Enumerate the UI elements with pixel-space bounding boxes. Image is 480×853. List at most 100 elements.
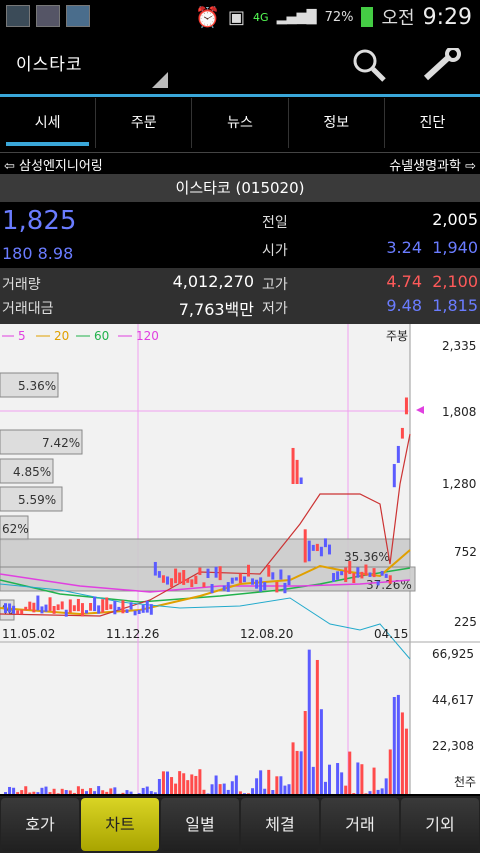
- ampm: 오전: [381, 8, 415, 29]
- volume-bar: [101, 790, 105, 794]
- btab-chart[interactable]: 차트: [81, 798, 159, 851]
- candle: [388, 575, 392, 584]
- prev-stock-link[interactable]: ⇦ 삼성엔지니어링: [4, 155, 103, 174]
- stock-chart[interactable]: 5.36% 7.42% 4.85% 5.59% 62% % 35.36% 37.…: [0, 324, 480, 794]
- volume-value: 4,012,270: [172, 272, 254, 291]
- volume-bar: [20, 790, 24, 794]
- volume-bar: [113, 787, 117, 794]
- volume-bar: [396, 694, 400, 794]
- volume-bar: [247, 793, 250, 794]
- candle: [8, 603, 12, 613]
- candle: [340, 571, 344, 576]
- date-label: 11.05.02: [2, 627, 55, 641]
- btab-orderbook[interactable]: 호가: [1, 798, 79, 851]
- legend-ma120: 120: [136, 329, 159, 343]
- candle: [356, 567, 360, 578]
- volume-bar: [76, 786, 80, 794]
- volume-bar: [40, 787, 44, 794]
- candle: [68, 599, 72, 613]
- candle: [251, 578, 255, 585]
- price-axis-label: 752: [454, 545, 477, 559]
- volume-bar: [404, 728, 408, 794]
- period-label: 주봉: [386, 329, 408, 343]
- volume-bar: [186, 780, 190, 794]
- high-value: 2,100: [432, 272, 478, 291]
- volume-bar: [360, 764, 364, 794]
- main-tabs: 시세 주문 뉴스 정보 진단: [0, 98, 480, 148]
- candle: [267, 564, 271, 577]
- volume-bar: [255, 778, 259, 794]
- volume-bar: [388, 749, 392, 794]
- volume-bar: [129, 791, 133, 794]
- volume-bar: [157, 778, 161, 794]
- volume-bar: [336, 763, 340, 794]
- volume-bar: [368, 791, 372, 794]
- volume-bar: [36, 792, 40, 794]
- volume-bar: [267, 769, 271, 794]
- candle: [364, 564, 368, 576]
- candle: [157, 571, 161, 578]
- volume-bar: [291, 742, 295, 794]
- dropdown-indicator-icon[interactable]: [152, 72, 168, 88]
- volume-bar: [125, 790, 129, 794]
- candle: [153, 561, 157, 576]
- chart-svg[interactable]: 5.36% 7.42% 4.85% 5.59% 62% % 35.36% 37.…: [0, 324, 480, 794]
- tab-news[interactable]: 뉴스: [192, 98, 289, 148]
- legend-ma5: 5: [18, 329, 26, 343]
- volume-bar: [230, 781, 234, 794]
- open-label: 시가: [262, 243, 288, 259]
- candle: [238, 573, 242, 584]
- candle: [299, 477, 303, 484]
- candle: [117, 606, 121, 611]
- volume-bar: [44, 786, 48, 794]
- volume-bar: [315, 659, 319, 794]
- volume-bar: [4, 792, 7, 794]
- volume-label: 거래량: [2, 277, 41, 293]
- volume-bar: [259, 770, 263, 794]
- candle: [178, 572, 182, 584]
- photo-icon: [36, 5, 60, 27]
- voicemail-icon: ▣: [228, 6, 246, 28]
- candle: [348, 560, 352, 575]
- btab-daily[interactable]: 일별: [161, 798, 239, 851]
- candle: [392, 464, 396, 488]
- volume-axis-label: 22,308: [432, 739, 474, 753]
- volume-bar: [238, 791, 242, 794]
- app-title[interactable]: 이스타코: [16, 50, 83, 75]
- volume-bar: [190, 774, 194, 794]
- candle: [48, 597, 52, 611]
- volume-bar: [97, 786, 101, 794]
- volume-bar: [218, 784, 222, 794]
- volume-bar: [178, 771, 182, 794]
- current-price-marker: [416, 406, 424, 414]
- volume-bar: [348, 751, 352, 794]
- volume-bar: [206, 793, 210, 794]
- candle: [190, 579, 194, 588]
- wrench-icon[interactable]: [422, 48, 462, 82]
- bottom-tabs: 호가 차트 일별 체결 거래 기외: [0, 796, 480, 853]
- candle: [376, 581, 380, 586]
- tab-order[interactable]: 주문: [96, 98, 193, 148]
- next-stock-link[interactable]: 슈넬생명과학 ⇨: [389, 155, 476, 174]
- tab-diagnosis[interactable]: 진단: [385, 98, 480, 148]
- search-icon[interactable]: [352, 48, 386, 82]
- btab-broker[interactable]: 거래: [321, 798, 399, 851]
- volume-bar: [328, 764, 331, 794]
- candle: [97, 605, 101, 614]
- candle: [328, 544, 331, 555]
- tab-info[interactable]: 정보: [289, 98, 385, 148]
- candle: [141, 604, 145, 613]
- tab-price[interactable]: 시세: [0, 98, 97, 148]
- volume-bar: [93, 791, 97, 794]
- candle: [352, 573, 356, 584]
- volume-bar: [194, 775, 198, 794]
- amount-value: 7,763백만: [178, 300, 254, 319]
- volume-bar: [89, 788, 93, 794]
- volume-bar: [32, 791, 36, 794]
- btab-trades[interactable]: 체결: [241, 798, 319, 851]
- candle: [336, 571, 340, 580]
- btab-foreign[interactable]: 기외: [401, 798, 479, 851]
- volume-bar: [372, 767, 376, 794]
- candle: [263, 582, 267, 591]
- stats-panel: 거래량 4,012,270 고가 4.74 2,100 거래대금 7,763백만…: [0, 268, 480, 324]
